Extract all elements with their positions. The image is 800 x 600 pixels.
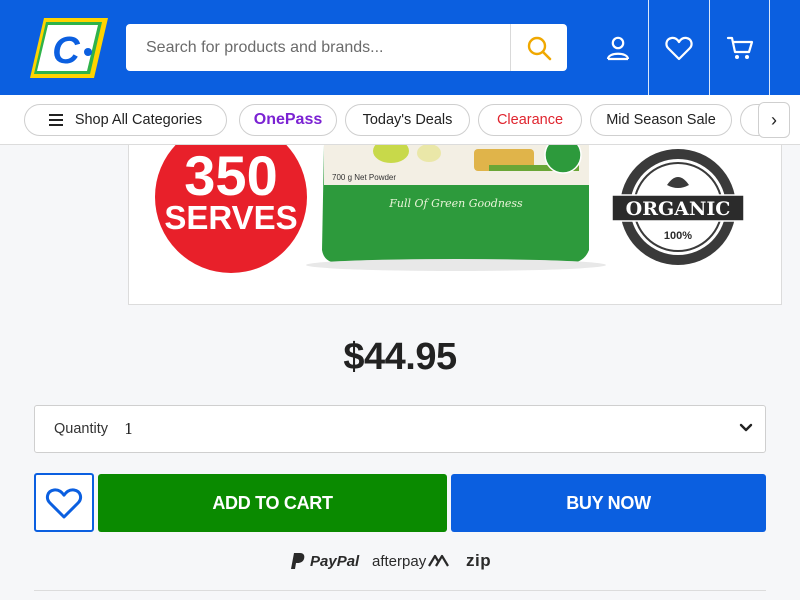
- cart-icon: [726, 36, 754, 59]
- organic-word: ORGANIC: [626, 198, 731, 220]
- product-price: $44.95: [343, 336, 457, 378]
- menu-icon: [48, 114, 63, 126]
- account-button[interactable]: [588, 0, 648, 95]
- add-to-wishlist-button[interactable]: [34, 473, 94, 532]
- search-bar: [126, 24, 567, 71]
- mid-season-label: Mid Season Sale: [606, 112, 716, 128]
- afterpay-arrows-icon: [428, 554, 450, 567]
- category-next-button[interactable]: ›: [758, 102, 790, 138]
- onepass-label: OnePass: [253, 111, 323, 128]
- chevron-right-icon: ›: [771, 109, 777, 130]
- serves-word: SERVES: [164, 199, 297, 236]
- paypal-logo: PayPal: [290, 549, 359, 573]
- onepass-link[interactable]: OnePass: [239, 104, 337, 136]
- chevron-down-icon: [739, 420, 753, 439]
- serves-number: 350: [184, 145, 277, 207]
- organic-percent: 100%: [664, 230, 692, 242]
- paypal-icon: [291, 553, 305, 569]
- quantity-value: 1: [124, 420, 134, 438]
- zip-label: zip: [466, 551, 492, 570]
- search-icon: [527, 36, 552, 60]
- add-to-cart-button[interactable]: ADD TO CART: [98, 474, 447, 532]
- afterpay-label: afterpay: [372, 552, 427, 570]
- todays-deals-link[interactable]: Today's Deals: [345, 104, 470, 136]
- cart-button[interactable]: [710, 0, 770, 95]
- shop-all-categories-button[interactable]: Shop All Categories: [24, 104, 227, 136]
- search-input[interactable]: [126, 24, 510, 71]
- wishlist-button[interactable]: [649, 0, 709, 95]
- kmart-catch-logo[interactable]: C: [28, 16, 110, 80]
- clearance-link[interactable]: Clearance: [478, 104, 582, 136]
- logo-letter: C: [52, 30, 80, 72]
- site-header: C: [0, 0, 800, 95]
- wishlist-heart-icon: [665, 36, 693, 60]
- pack-tagline: Full Of Green Goodness: [388, 197, 523, 210]
- search-button[interactable]: [510, 24, 567, 71]
- paypal-label: PayPal: [310, 552, 360, 570]
- clearance-label: Clearance: [496, 112, 564, 128]
- category-bar: Shop All Categories OnePass Today's Deal…: [0, 95, 800, 145]
- product-image[interactable]: 350 SERVES 700 g Net Powder Full Of Gree…: [128, 145, 782, 305]
- quantity-select[interactable]: Quantity 1: [34, 405, 766, 453]
- heart-icon: [45, 487, 83, 518]
- header-divider: [769, 0, 770, 95]
- account-icon: [606, 36, 630, 60]
- mid-season-sale-link[interactable]: Mid Season Sale: [590, 104, 732, 136]
- afterpay-logo: afterpay: [372, 549, 450, 573]
- shop-all-label: Shop All Categories: [74, 112, 203, 128]
- todays-deals-label: Today's Deals: [362, 112, 453, 128]
- quantity-label: Quantity: [54, 421, 108, 437]
- pack-weight: 700 g Net Powder: [332, 173, 396, 182]
- zip-logo: zip: [466, 549, 491, 573]
- divider: [34, 590, 766, 591]
- buy-now-button[interactable]: BUY NOW: [451, 474, 766, 532]
